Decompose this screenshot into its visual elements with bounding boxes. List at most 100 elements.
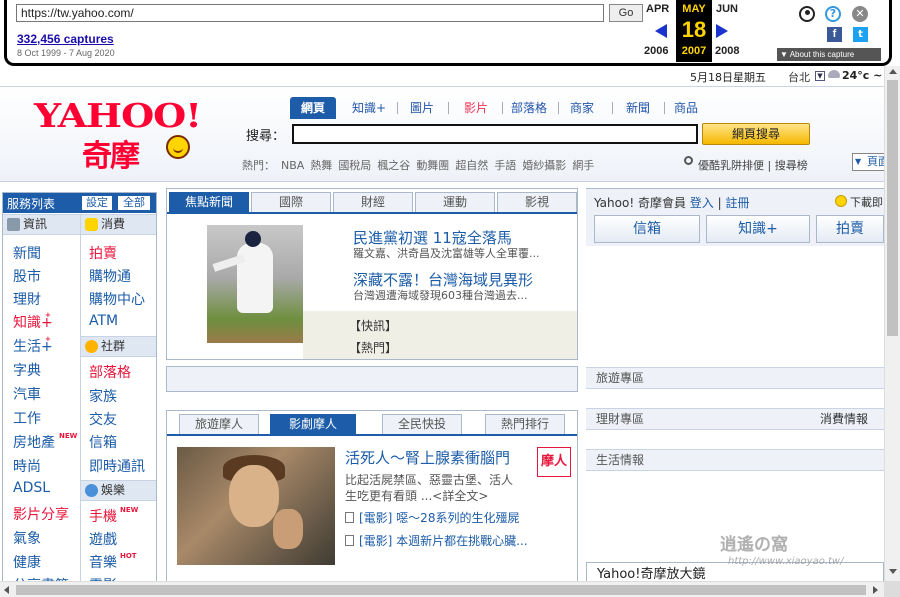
feature-link[interactable]: [電影] 噁～28系列的生化殭屍	[359, 509, 519, 526]
wayback-prev-month[interactable]: APR	[646, 3, 669, 15]
wayback-next-month[interactable]: JUN	[716, 3, 738, 15]
service-link[interactable]: 交友	[89, 409, 117, 429]
weather-city[interactable]: 台北	[788, 69, 810, 85]
feature-desc[interactable]: 生吃更有看頭 ...<詳全文>	[345, 487, 488, 504]
close-icon[interactable]: ✕	[852, 6, 868, 22]
tab-ranking[interactable]: 熱門排行	[485, 414, 565, 434]
news-photo-image[interactable]	[207, 225, 303, 343]
tab-sports[interactable]: 運動	[415, 192, 495, 212]
service-link[interactable]: 家族	[89, 386, 117, 406]
wayback-next-year[interactable]: 2008	[715, 45, 739, 57]
service-link[interactable]: 信箱	[89, 432, 117, 452]
tab-shopping[interactable]: 商品	[666, 97, 706, 119]
service-link[interactable]: 部落格	[89, 362, 131, 382]
horizontal-scroll-thumb[interactable]	[16, 585, 866, 595]
scroll-left-arrow-icon[interactable]	[4, 586, 9, 594]
scroll-right-arrow-icon[interactable]	[873, 586, 878, 594]
hot-keyword[interactable]: 動舞團	[416, 159, 449, 172]
wayback-prev-year[interactable]: 2006	[644, 45, 668, 57]
wayback-captures-link[interactable]: 332,456 captures	[17, 32, 114, 46]
service-link[interactable]: 影片分享	[13, 504, 69, 524]
horizontal-scrollbar[interactable]	[0, 581, 884, 597]
scroll-down-arrow-icon[interactable]	[889, 569, 897, 574]
tab-vote[interactable]: 全民快投	[382, 414, 462, 434]
hot-keyword[interactable]: NBA	[281, 159, 304, 172]
next-capture-arrow-icon[interactable]	[716, 24, 728, 38]
service-link[interactable]: 音樂	[89, 552, 117, 572]
tab-web[interactable]: 網頁	[290, 97, 336, 119]
vertical-scrollbar[interactable]	[884, 66, 900, 581]
services-all-button[interactable]: 全部	[117, 195, 151, 211]
service-link[interactable]: 遊戲	[89, 529, 117, 549]
tab-international[interactable]: 國際	[251, 192, 331, 212]
service-link[interactable]: 氣象	[13, 528, 41, 548]
wayback-url-input[interactable]: https://tw.yahoo.com/	[16, 4, 604, 22]
service-link[interactable]: 理財	[13, 289, 41, 309]
hot-keyword[interactable]: 楓之谷	[377, 159, 410, 172]
tab-finance[interactable]: 財經	[333, 192, 413, 212]
tab-knowledge[interactable]: 知識+	[346, 97, 392, 119]
hot-keyword[interactable]: 熱舞	[310, 159, 332, 172]
yahoo-logo[interactable]: YAHOO!	[34, 96, 202, 134]
wayback-go-button[interactable]: Go	[609, 4, 643, 22]
auction-button[interactable]: 拍賣	[816, 215, 884, 243]
finance-section-label[interactable]: 理財專區	[596, 412, 644, 426]
hot-keyword[interactable]: 婚紗攝影	[522, 159, 566, 172]
service-link[interactable]: 股市	[13, 266, 41, 286]
tab-movies[interactable]: 影劇摩人	[270, 414, 356, 434]
service-link[interactable]: 即時通訊	[89, 456, 145, 476]
vertical-scroll-thumb[interactable]	[887, 80, 898, 336]
tab-news[interactable]: 新聞	[618, 97, 658, 119]
chevron-down-icon[interactable]: ▼	[815, 71, 825, 81]
hot-keyword[interactable]: 網手	[572, 159, 594, 172]
tab-blog[interactable]: 部落格	[506, 97, 552, 119]
news-flash-link[interactable]: 【快訊】	[349, 317, 397, 334]
service-link[interactable]: 新聞	[13, 243, 41, 263]
service-link[interactable]: 時尚	[13, 456, 41, 476]
search-button[interactable]: 網頁搜尋	[702, 123, 810, 145]
service-link[interactable]: 購物通	[89, 266, 131, 286]
hot-keyword[interactable]: 國稅局	[338, 159, 371, 172]
service-link[interactable]: 工作	[13, 408, 41, 428]
download-link[interactable]: 下載即	[850, 194, 883, 210]
tab-business[interactable]: 商家	[562, 97, 602, 119]
service-link[interactable]: 汽車	[13, 384, 41, 404]
feature-link[interactable]: [電影] 本週新片都在挑戰心臟...	[359, 532, 528, 549]
tab-images[interactable]: 圖片	[402, 97, 442, 119]
mail-button[interactable]: 信箱	[594, 215, 700, 243]
service-link[interactable]: ATM	[89, 313, 118, 329]
prev-capture-arrow-icon[interactable]	[655, 24, 667, 38]
help-icon[interactable]: ?	[825, 6, 841, 22]
about-capture-button[interactable]: ▼ About this capture	[777, 48, 881, 61]
login-link[interactable]: 登入	[690, 196, 714, 210]
kimo-logo[interactable]: 奇摩	[82, 131, 140, 175]
user-icon[interactable]	[799, 6, 815, 22]
movie-photo-image[interactable]	[177, 447, 335, 565]
knowledge-button[interactable]: 知識+	[706, 215, 810, 243]
twitter-icon[interactable]: t	[853, 27, 868, 42]
hot-keyword[interactable]: 超自然	[455, 159, 488, 172]
search-rank-links[interactable]: 優酷乳阱排便 | 搜尋榜	[698, 157, 808, 173]
service-link[interactable]: 健康	[13, 552, 41, 572]
service-link[interactable]: 手機	[89, 506, 117, 526]
consume-section-label[interactable]: 消費情報	[820, 409, 868, 429]
services-settings-button[interactable]: 設定	[81, 195, 113, 211]
hot-keyword[interactable]: 手語	[494, 159, 516, 172]
register-link[interactable]: 註冊	[726, 196, 750, 210]
service-link[interactable]: 字典	[13, 360, 41, 380]
service-link[interactable]: 房地產	[13, 432, 55, 452]
tab-travel[interactable]: 旅遊摩人	[179, 414, 259, 434]
travel-section-header[interactable]: 旅遊專區	[586, 367, 884, 389]
service-link[interactable]: ADSL	[13, 480, 50, 496]
service-link[interactable]: 購物中心	[89, 289, 145, 309]
service-link[interactable]: 拍賣	[89, 243, 117, 263]
feature-title[interactable]: 活死人～腎上腺素衝腦門	[345, 447, 510, 468]
news-hot-link[interactable]: 【熱門】	[349, 339, 397, 356]
tab-entertainment[interactable]: 影視	[497, 192, 577, 212]
scroll-up-arrow-icon[interactable]	[889, 69, 897, 74]
search-input[interactable]	[292, 124, 698, 144]
tab-headlines[interactable]: 焦點新聞	[169, 192, 249, 212]
facebook-icon[interactable]: f	[827, 27, 842, 42]
life-section-header[interactable]: 生活情報	[586, 449, 884, 471]
tab-video[interactable]: 影片	[456, 97, 496, 119]
